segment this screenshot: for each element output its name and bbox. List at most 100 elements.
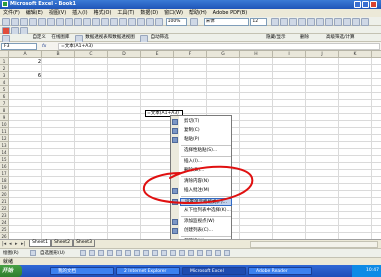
horizontal-scrollbar[interactable]	[250, 241, 378, 248]
taskbar-item-ie[interactable]: 2 Internet Explorer	[116, 267, 180, 275]
column-header-j[interactable]: J	[306, 51, 339, 58]
draw-menu[interactable]: 绘图(R)	[3, 250, 19, 257]
diagram-icon[interactable]	[134, 250, 140, 256]
row-header-1[interactable]: 1	[0, 58, 9, 65]
sheet-tab-3[interactable]: Sheet3	[73, 240, 95, 247]
select-objects-icon[interactable]	[30, 250, 36, 256]
column-header-b[interactable]: B	[42, 51, 75, 58]
autosum-icon[interactable]	[119, 18, 127, 26]
font-size-select[interactable]: 12	[250, 18, 268, 26]
context-menu-item-4[interactable]: 选择性粘贴(S)...	[180, 147, 236, 155]
line-style-icon[interactable]	[188, 250, 194, 256]
line-icon[interactable]	[80, 250, 86, 256]
chart-wizard-icon[interactable]	[146, 18, 154, 26]
row-header-8[interactable]: 8	[0, 107, 9, 114]
cut-icon[interactable]	[56, 18, 64, 26]
online-gallery-button[interactable]: 在线图库	[51, 35, 69, 40]
wordart-icon[interactable]	[125, 250, 131, 256]
row-header-5[interactable]: 5	[0, 86, 9, 93]
column-header-k[interactable]: K	[339, 51, 372, 58]
row-header-24[interactable]: 24	[0, 219, 9, 226]
column-header-g[interactable]: G	[207, 51, 240, 58]
percent-icon[interactable]	[333, 18, 342, 26]
line-color-icon[interactable]	[170, 250, 176, 256]
sheet-tab-2[interactable]: Sheet2	[51, 240, 73, 247]
sort-desc-icon[interactable]	[137, 18, 145, 26]
autoshapes-menu[interactable]: 自选图形(U)	[40, 250, 65, 257]
3d-icon[interactable]	[224, 250, 230, 256]
align-center-icon[interactable]	[306, 18, 315, 26]
column-header-e[interactable]: E	[141, 51, 174, 58]
row-header-16[interactable]: 16	[0, 163, 9, 170]
help-icon[interactable]	[190, 18, 199, 26]
row-header-14[interactable]: 14	[0, 149, 9, 156]
advanced-filter-button[interactable]: 高级筛选/计算	[326, 34, 355, 41]
context-menu-item-2[interactable]: 复制(C)	[180, 127, 236, 135]
row-header-21[interactable]: 21	[0, 198, 9, 205]
redo-icon[interactable]	[101, 18, 109, 26]
underline-icon[interactable]	[288, 18, 297, 26]
bold-icon[interactable]	[270, 18, 279, 26]
row-header-7[interactable]: 7	[0, 100, 9, 107]
rectangle-icon[interactable]	[98, 250, 104, 256]
italic-icon[interactable]	[279, 18, 288, 26]
row-header-10[interactable]: 10	[0, 121, 9, 128]
picture-icon[interactable]	[152, 250, 158, 256]
row-header-4[interactable]: 4	[0, 79, 9, 86]
sort-asc-icon[interactable]	[128, 18, 136, 26]
column-header-i[interactable]: I	[273, 51, 306, 58]
row-header-6[interactable]: 6	[0, 93, 9, 100]
font-color-icon[interactable]	[360, 18, 369, 26]
row-header-9[interactable]: 9	[0, 114, 9, 121]
row-header-15[interactable]: 15	[0, 156, 9, 163]
spelling-icon[interactable]	[47, 18, 55, 26]
copy-icon[interactable]	[65, 18, 73, 26]
arrow-style-icon[interactable]	[206, 250, 212, 256]
open-icon[interactable]	[11, 18, 19, 26]
column-header-a[interactable]: A	[9, 51, 42, 58]
taskbar-item-adobe[interactable]: Adobe Reader	[248, 267, 312, 275]
fill-color-icon[interactable]	[351, 18, 360, 26]
menu-data[interactable]: 数据(D)	[137, 9, 161, 17]
row-header-13[interactable]: 13	[0, 142, 9, 149]
merge-center-icon[interactable]	[324, 18, 333, 26]
last-sheet-icon[interactable]: ▸|	[21, 242, 27, 247]
close-button[interactable]	[370, 1, 377, 8]
taskbar-item-excel[interactable]: Microsoft Excel	[182, 267, 246, 275]
print-icon[interactable]	[29, 18, 37, 26]
paste-icon[interactable]	[74, 18, 82, 26]
menu-view[interactable]: 视图(V)	[46, 9, 69, 17]
column-header-d[interactable]: D	[108, 51, 141, 58]
context-menu-item-3[interactable]: 粘贴(P)	[180, 136, 236, 144]
row-header-22[interactable]: 22	[0, 205, 9, 212]
menu-window[interactable]: 窗口(W)	[161, 9, 186, 17]
hyperlink-icon[interactable]	[110, 18, 118, 26]
prev-sheet-icon[interactable]: ◂	[9, 242, 14, 247]
row-header-19[interactable]: 19	[0, 184, 9, 191]
maximize-button[interactable]	[362, 1, 369, 8]
minimize-button[interactable]	[354, 1, 361, 8]
context-menu-item-12[interactable]: 创建列表(C)...	[180, 227, 236, 235]
autofilter-button[interactable]: 自动筛选	[151, 35, 169, 40]
cell-a1[interactable]: 2	[10, 59, 41, 65]
column-header-l[interactable]: L	[372, 51, 381, 58]
row-header-11[interactable]: 11	[0, 128, 9, 135]
select-all-corner[interactable]	[0, 51, 9, 58]
format-painter-icon[interactable]	[83, 18, 91, 26]
clipart-icon[interactable]	[143, 250, 149, 256]
print-preview-icon[interactable]	[38, 18, 46, 26]
cell-a3[interactable]: 6	[10, 73, 41, 79]
new-icon[interactable]	[2, 18, 10, 26]
borders-icon[interactable]	[342, 18, 351, 26]
row-header-2[interactable]: 2	[0, 65, 9, 72]
row-header-12[interactable]: 12	[0, 135, 9, 142]
context-menu-item-11[interactable]: 添加监视点(W)	[180, 218, 236, 226]
menu-tools[interactable]: 工具(T)	[114, 9, 137, 17]
font-select[interactable]: 宋体	[203, 18, 249, 26]
pivot-table-button[interactable]: 数据透视表和数据透视图	[85, 35, 135, 40]
menu-file[interactable]: 文件(F)	[0, 9, 23, 17]
name-box[interactable]: F3	[1, 43, 37, 50]
sheet-tab-1[interactable]: Sheet1	[29, 240, 51, 247]
row-header-17[interactable]: 17	[0, 170, 9, 177]
zoom-select[interactable]: 100%	[165, 18, 187, 26]
